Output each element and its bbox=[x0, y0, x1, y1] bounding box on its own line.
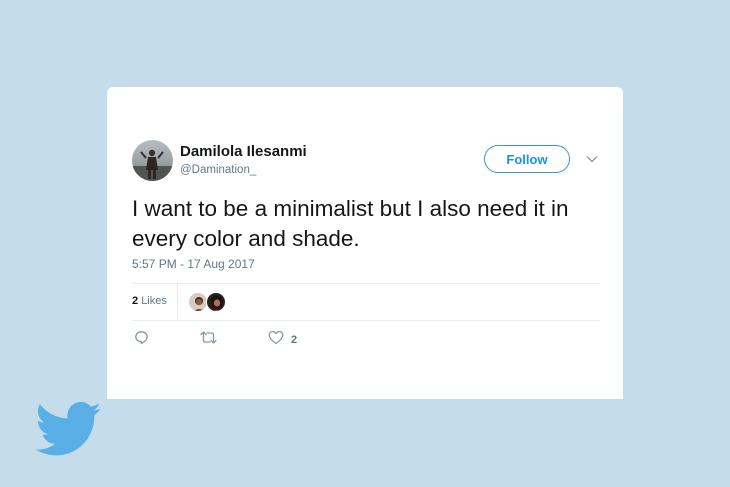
like-button[interactable]: 2 bbox=[268, 330, 298, 350]
likes-row: 2 Likes bbox=[132, 284, 600, 320]
heart-icon bbox=[268, 330, 284, 350]
author-handle[interactable]: @Damination_ bbox=[180, 164, 256, 176]
retweet-icon bbox=[200, 330, 217, 350]
divider bbox=[132, 320, 600, 321]
follow-button[interactable]: Follow bbox=[484, 145, 570, 173]
author-name[interactable]: Damilola Ilesanmi bbox=[180, 143, 307, 160]
likes-separator bbox=[177, 284, 178, 320]
tweet-text: I want to be a minimalist but I also nee… bbox=[132, 196, 569, 251]
reply-button[interactable] bbox=[134, 330, 149, 350]
liker-avatar[interactable] bbox=[206, 292, 226, 312]
likes-number: 2 bbox=[132, 295, 139, 307]
likes-count[interactable]: 2 Likes bbox=[132, 295, 167, 307]
author-avatar[interactable] bbox=[132, 140, 173, 181]
retweet-button[interactable] bbox=[200, 330, 217, 350]
liker-avatar[interactable] bbox=[188, 292, 208, 312]
tweet-timestamp[interactable]: 5:57 PM - 17 Aug 2017 bbox=[132, 257, 255, 271]
twitter-bird-icon bbox=[35, 402, 102, 457]
likes-label: Likes bbox=[141, 295, 167, 307]
like-count: 2 bbox=[291, 334, 298, 346]
reply-icon bbox=[134, 330, 149, 350]
chevron-down-icon[interactable] bbox=[585, 152, 599, 166]
tweet-card: Damilola Ilesanmi @Damination_ Follow I … bbox=[107, 87, 623, 399]
